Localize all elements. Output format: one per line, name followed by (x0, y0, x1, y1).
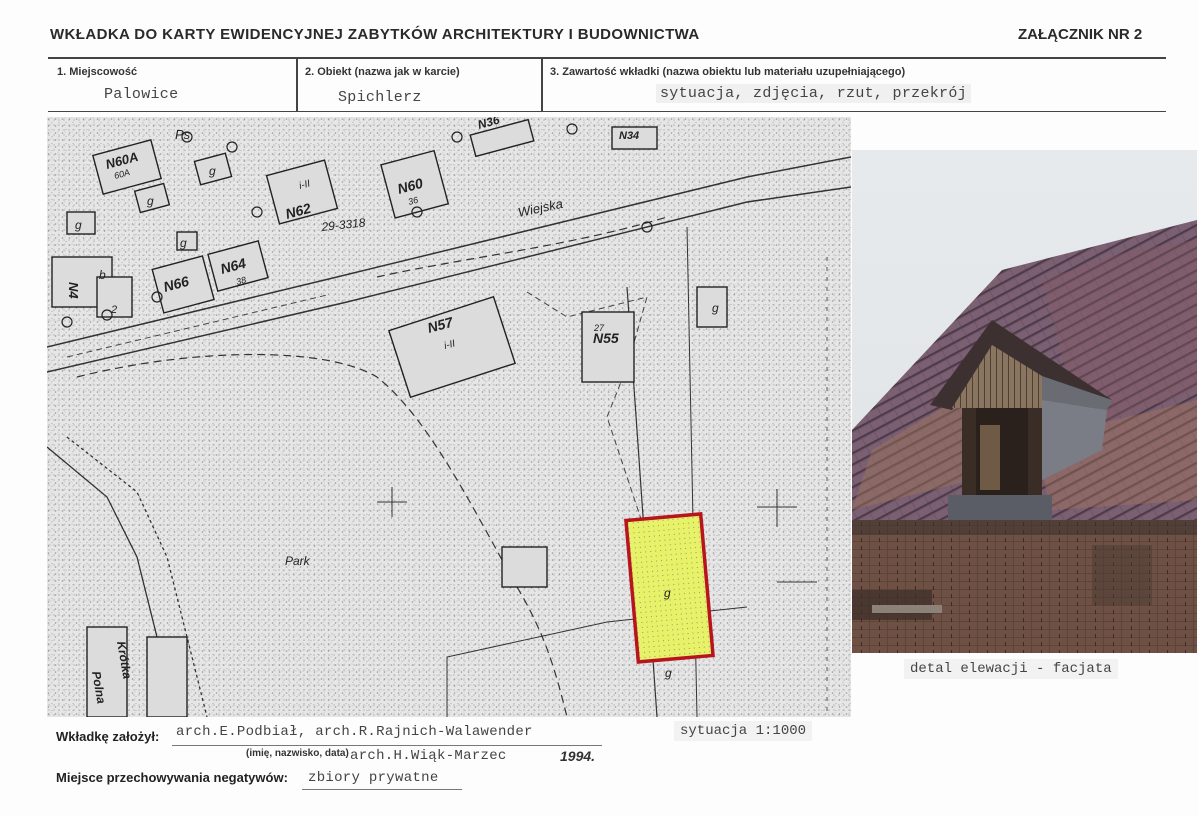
map-label-granary-g: g (664, 586, 671, 600)
form-title: WKŁADKA DO KARTY EWIDENCYJNEJ ZABYTKÓW A… (50, 26, 700, 43)
map-label-g6: g (665, 666, 672, 680)
map-label-park: Park (285, 554, 311, 568)
attachment-number: ZAŁĄCZNIK NR 2 (1018, 26, 1143, 43)
field-content-label: 3. Zawartość wkładki (nazwa obiektu lub … (550, 66, 906, 78)
map-label-n4: N4 (66, 282, 81, 299)
founded-by-value-2: arch.H.Wiąk-Marzec (350, 748, 507, 764)
facade-detail-photo (852, 150, 1197, 653)
map-label-g1: g (147, 194, 154, 208)
field-object-value: Spichlerz (338, 89, 422, 106)
field-locality-value: Palowice (104, 86, 179, 103)
map-scale-label: sytuacja 1:1000 (674, 721, 813, 741)
map-label-b: b (99, 268, 106, 282)
founded-by-label: Wkładkę założył: (56, 729, 160, 744)
founded-by-value: arch.E.Podbiał, arch.R.Rajnich-Walawende… (176, 724, 533, 740)
map-label-g5: g (712, 301, 719, 315)
site-plan-map: Ps N60A 60A g g i-II N62 N60 36 N36 N34 … (47, 117, 851, 717)
founded-by-hint: (imię, nazwisko, data) (246, 748, 349, 759)
founded-year: 1994. (560, 748, 596, 764)
fields-rule (48, 111, 1166, 112)
field-content-value: sytuacja, zdjęcia, rzut, przekrój (656, 84, 971, 103)
map-label-n55: N55 (593, 330, 619, 346)
field-object-label: 2. Obiekt (nazwa jak w karcie) (305, 66, 460, 78)
negatives-underline (302, 789, 462, 790)
dormer-photo-drawing (852, 150, 1197, 653)
header-rule (48, 57, 1166, 59)
founded-by-underline (172, 745, 602, 746)
photo-caption: detal elewacji - facjata (904, 659, 1118, 679)
field-locality-label: 1. Miejscowość (57, 66, 138, 78)
site-plan-drawing: Ps N60A 60A g g i-II N62 N60 36 N36 N34 … (47, 117, 851, 717)
map-label-g3: g (75, 218, 82, 232)
field-divider-1 (296, 58, 298, 112)
negatives-location-value: zbiory prywatne (308, 770, 439, 786)
map-label-g2: g (209, 164, 216, 178)
map-label-n34: N34 (619, 130, 639, 142)
map-label-ps: Ps (175, 127, 191, 142)
field-divider-2 (541, 58, 543, 112)
map-label-g4: g (180, 236, 187, 250)
map-label-two: 2 (110, 304, 117, 316)
negatives-location-label: Miejsce przechowywania negatywów: (56, 770, 288, 785)
